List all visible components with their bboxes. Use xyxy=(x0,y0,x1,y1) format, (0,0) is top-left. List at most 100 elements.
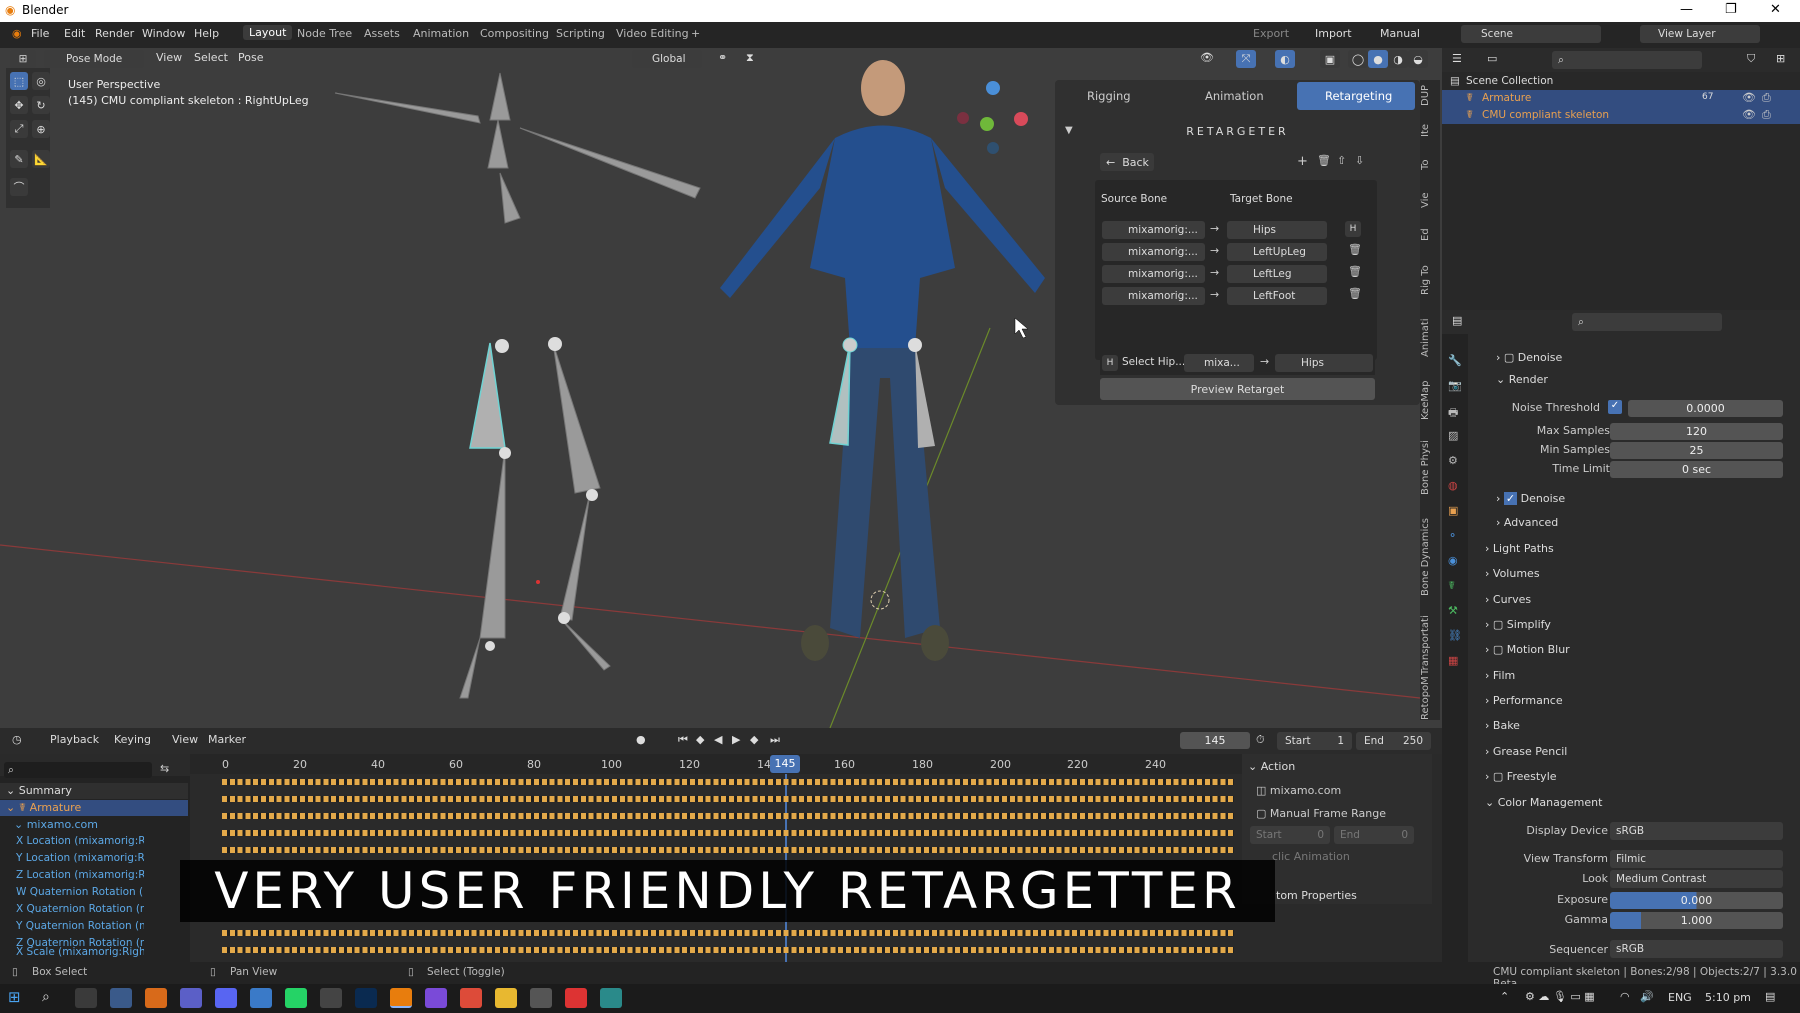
tab-assets[interactable]: Assets xyxy=(364,27,400,40)
playback-menu[interactable]: Playback xyxy=(50,733,99,746)
search-icon[interactable]: ⌕ xyxy=(42,989,50,1005)
file-explorer-icon[interactable] xyxy=(495,988,517,1008)
motion-blur-panel[interactable]: › ▢ Motion Blur xyxy=(1485,643,1570,656)
blender-app-icon[interactable] xyxy=(390,988,412,1008)
cursor-tool-icon[interactable]: ◎ xyxy=(32,72,50,90)
wifi-icon[interactable]: ◠ xyxy=(1620,990,1630,1003)
view-layer-selector[interactable]: View Layer xyxy=(1640,25,1760,43)
manual-button[interactable]: Manual xyxy=(1380,27,1420,40)
curves-panel[interactable]: › Curves xyxy=(1485,593,1531,606)
target-bone-field[interactable]: LeftLeg xyxy=(1227,265,1327,283)
new-collection-icon[interactable]: ⊞ xyxy=(1776,52,1785,65)
solid-shading-icon[interactable]: ● xyxy=(1368,50,1388,68)
source-bone-field[interactable]: mixamorig:... xyxy=(1102,265,1205,283)
sidebar-tab-keemap[interactable]: KeeMap xyxy=(1420,375,1440,425)
end-frame-field[interactable]: End 250 xyxy=(1356,732,1431,750)
close-button[interactable]: ✕ xyxy=(1770,2,1781,17)
play-icon[interactable]: ▶ xyxy=(732,733,740,746)
gizmo-toggle-icon[interactable]: ⤧ xyxy=(1236,50,1256,68)
viewport-menu-select[interactable]: Select xyxy=(194,51,228,64)
menu-edit[interactable]: Edit xyxy=(64,27,85,40)
keyframe-row[interactable] xyxy=(222,779,1234,785)
outliner-search-input[interactable]: ⌕ xyxy=(1552,51,1702,69)
delete-row-icon[interactable]: 🗑 xyxy=(1348,265,1362,278)
viewport-menu-view[interactable]: View xyxy=(156,51,182,64)
outliner-item-cmu-skeleton[interactable]: ☤ CMU compliant skeleton 👁 ⎙ xyxy=(1442,107,1800,124)
sidebar-tab-view[interactable]: Vie xyxy=(1420,185,1440,215)
manual-frame-range-checkbox[interactable]: ▢ Manual Frame Range xyxy=(1256,807,1386,820)
channel-summary[interactable]: ⌄ Summary xyxy=(0,783,188,799)
channel-action[interactable]: ⌄ mixamo.com xyxy=(0,817,188,833)
scale-tool-icon[interactable]: ⤢ xyxy=(10,120,28,138)
next-keyframe-icon[interactable]: ◆ xyxy=(750,733,758,746)
sidebar-tab-item[interactable]: Ite xyxy=(1420,115,1440,145)
tab-compositing[interactable]: Compositing xyxy=(480,27,549,40)
fcurve-channel[interactable]: X Location (mixamorig:Rig xyxy=(16,835,144,847)
target-bone-field[interactable]: Hips xyxy=(1227,221,1327,239)
channel-search-input[interactable]: ⌕ xyxy=(4,762,152,778)
hip-source-field[interactable]: mixa... xyxy=(1184,354,1254,372)
export-button[interactable]: Export xyxy=(1253,27,1289,40)
overlay-toggle-icon[interactable]: ◐ xyxy=(1275,50,1295,68)
app-icon[interactable] xyxy=(565,988,587,1008)
select-tool-icon[interactable]: ⬚ xyxy=(10,72,28,90)
armature-data-tab-icon[interactable]: ☤ xyxy=(1448,579,1455,592)
visibility-icon[interactable]: 👁 xyxy=(1200,51,1214,64)
view-transform-select[interactable]: Filmic xyxy=(1610,850,1783,868)
action-name-field[interactable]: ◫ mixamo.com xyxy=(1256,784,1341,797)
back-button[interactable]: ← Back xyxy=(1100,153,1154,171)
delete-mapping-icon[interactable]: 🗑 xyxy=(1317,154,1331,167)
cyclic-animation-checkbox[interactable]: clic Animation xyxy=(1272,850,1350,863)
language-indicator[interactable]: ENG xyxy=(1668,991,1692,1004)
fcurve-channel[interactable]: W Quaternion Rotation (mi xyxy=(16,886,144,898)
keyframe-row[interactable] xyxy=(222,947,1234,953)
start-frame-field[interactable]: Start 1 xyxy=(1277,732,1352,750)
sidebar-tab-dup[interactable]: DUP xyxy=(1420,80,1440,110)
play-reverse-icon[interactable]: ◀ xyxy=(714,733,722,746)
keyframe-row[interactable] xyxy=(222,796,1234,802)
vlc-app-icon[interactable] xyxy=(145,988,167,1008)
blender-menu-icon[interactable]: ◉ xyxy=(12,27,22,40)
menu-render[interactable]: Render xyxy=(95,27,134,40)
snap-icon[interactable]: ⧗ xyxy=(746,51,754,65)
simplify-panel[interactable]: › ▢ Simplify xyxy=(1485,618,1551,631)
clock[interactable]: 5:10 pm xyxy=(1705,991,1751,1004)
sidebar-tab-bone-physics[interactable]: Bone Physi xyxy=(1420,433,1440,503)
keyframe-row[interactable] xyxy=(222,930,1234,936)
add-workspace-icon[interactable]: + xyxy=(691,27,700,40)
filter-icon[interactable]: ⛉ xyxy=(1747,52,1755,66)
world-tab-icon[interactable]: ◍ xyxy=(1448,479,1458,492)
menu-file[interactable]: File xyxy=(31,27,49,40)
app-icon[interactable] xyxy=(530,988,552,1008)
output-tab-icon[interactable]: 🖶 xyxy=(1448,404,1458,423)
performance-panel[interactable]: › Performance xyxy=(1485,694,1563,707)
current-frame-field[interactable]: 145 xyxy=(1180,732,1250,749)
bake-panel[interactable]: › Bake xyxy=(1485,719,1520,732)
fcurve-channel[interactable]: Z Location (mixamorig:Rig xyxy=(16,869,144,881)
pose-tool-icon[interactable]: ⌒ xyxy=(10,178,28,196)
look-select[interactable]: Medium Contrast xyxy=(1610,870,1783,888)
tab-layout[interactable]: Layout xyxy=(243,25,293,40)
timeline-editor-icon[interactable]: ◷ xyxy=(12,733,22,746)
transform-tool-icon[interactable]: ⊕ xyxy=(32,120,50,138)
action-header[interactable]: ⌄ Action xyxy=(1248,760,1295,773)
channel-armature[interactable]: ⌄ ☤ Armature xyxy=(0,800,188,816)
swap-icon[interactable]: ⇆ xyxy=(160,762,169,775)
denoise-checkbox-row[interactable]: › ✓ Denoise xyxy=(1496,492,1565,505)
chrome-app-icon[interactable] xyxy=(460,988,482,1008)
render-shading-icon[interactable]: ◒ xyxy=(1408,50,1428,68)
light-paths-panel[interactable]: › Light Paths xyxy=(1485,542,1554,555)
gamma-slider[interactable]: 1.000 xyxy=(1610,912,1783,929)
editor-type-icon[interactable]: ⊞ xyxy=(10,50,36,68)
timeline-view-menu[interactable]: View xyxy=(172,733,198,746)
camera-app-icon[interactable] xyxy=(75,988,97,1008)
noise-threshold-checkbox[interactable]: ✓ xyxy=(1608,400,1622,414)
exposure-slider[interactable]: 0.000 xyxy=(1610,892,1783,909)
film-panel[interactable]: › Film xyxy=(1485,669,1515,682)
notifications-icon[interactable]: ▤ xyxy=(1765,990,1775,1003)
freestyle-panel[interactable]: › ▢ Freestyle xyxy=(1485,770,1557,783)
pivot-icon[interactable]: ⚭ xyxy=(718,51,727,64)
noise-threshold-field[interactable]: 0.0000 xyxy=(1628,400,1783,417)
sidebar-tab-rig-tools[interactable]: Rig To xyxy=(1420,258,1440,303)
tab-scripting[interactable]: Scripting xyxy=(556,27,605,40)
